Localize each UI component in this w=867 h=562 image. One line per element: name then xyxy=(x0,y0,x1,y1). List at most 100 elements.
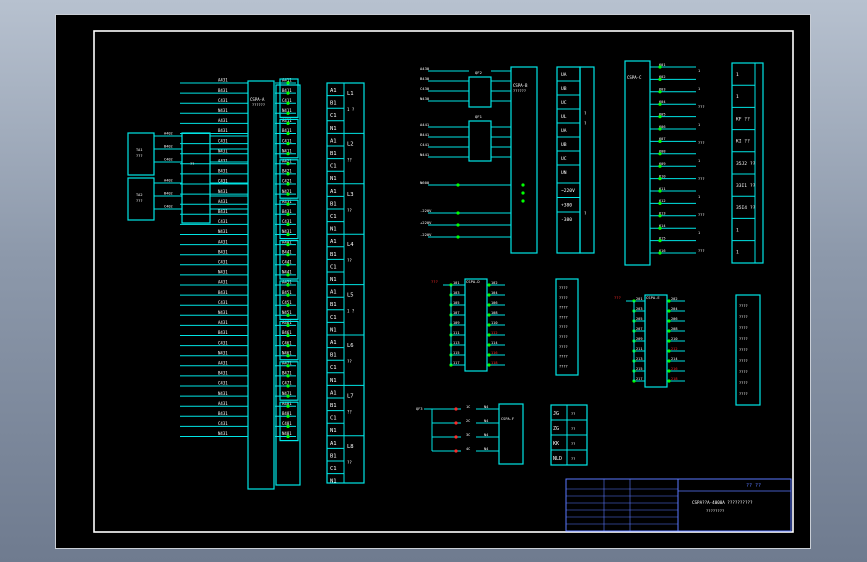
relay-terminal: 4C xyxy=(466,447,470,451)
cad-viewport[interactable]: A431 A411 B431 B411 C431 C411 N431 N411 A431 A411… xyxy=(55,14,811,549)
output-tag: ??? xyxy=(698,105,705,109)
node-dot xyxy=(286,313,290,317)
node-dot xyxy=(286,394,290,398)
node-dot xyxy=(658,65,662,69)
voltage-terminal: A430 xyxy=(420,66,430,71)
terminal-label: A431 xyxy=(218,78,228,83)
node-dot xyxy=(456,183,460,187)
ct-terminal: C402 xyxy=(164,158,173,162)
terminal-cell: C1 xyxy=(330,416,337,422)
di-terminal: 205 xyxy=(636,317,643,321)
relay-out: N4 xyxy=(484,433,488,437)
node-dot xyxy=(667,369,671,373)
node-dot xyxy=(286,333,290,338)
terminal-note: ?? xyxy=(571,457,575,461)
voltage-terminal: N430 xyxy=(420,96,430,101)
di-terminal: 213 xyxy=(636,357,643,361)
terminal-cell: ???? xyxy=(559,325,568,329)
terminal-cell: A1 xyxy=(330,88,337,94)
node-dot xyxy=(667,349,671,353)
node-dot xyxy=(286,374,290,378)
ct-mid-label: ?? xyxy=(190,162,194,166)
terminal-cell: JG xyxy=(553,411,559,417)
voltage-terminal: N600 xyxy=(420,180,430,185)
di-terminal: 101 xyxy=(453,281,460,285)
do-terminal: 214 xyxy=(671,357,678,361)
module-sublabel: ?????? xyxy=(252,103,265,107)
phase-note: 1 ? xyxy=(347,107,355,112)
output-tag: 1 xyxy=(698,69,700,73)
terminal-label: N431 xyxy=(218,350,228,355)
node-dot xyxy=(658,251,662,255)
relay-terminal: 2C xyxy=(466,419,470,423)
terminal-label: B431 xyxy=(218,371,228,376)
node-dot xyxy=(658,239,662,243)
node-dot xyxy=(286,192,290,196)
di-terminal: 109 xyxy=(453,321,460,325)
terminal-cell: A1 xyxy=(330,239,337,245)
terminal-cell: ???? xyxy=(559,306,568,310)
terminal-cell: N1 xyxy=(330,378,337,384)
terminal-cell: KF ?? xyxy=(736,116,750,122)
terminal-cell: ???? xyxy=(739,381,748,385)
node-dot xyxy=(286,243,290,247)
relay-out: N4 xyxy=(484,419,488,423)
terminal-cell: ???? xyxy=(739,348,748,352)
ct-terminal: B402 xyxy=(164,192,173,196)
do-terminal: 204 xyxy=(671,307,678,311)
node-dot xyxy=(286,232,290,237)
node-dot xyxy=(286,172,290,176)
node-dot xyxy=(286,121,290,125)
di-terminal: 217 xyxy=(636,377,643,381)
module-label: CSPA-A xyxy=(250,97,265,102)
di-terminal: 105 xyxy=(453,301,460,305)
terminal-cell: B1 xyxy=(330,453,337,459)
do-terminal: 112 xyxy=(491,331,498,335)
terminal-cell: B1 xyxy=(330,302,337,308)
terminal-cell: N1 xyxy=(330,277,337,283)
cell-mark: ? xyxy=(584,111,587,116)
voltage-terminal: N441 xyxy=(420,152,430,157)
node-dot xyxy=(658,127,662,131)
terminal-label: N431 xyxy=(218,391,228,396)
terminal-label: A431 xyxy=(218,118,228,123)
node-dot xyxy=(286,101,290,105)
node-dot xyxy=(286,424,290,428)
terminal-cell: A1 xyxy=(330,290,337,296)
terminal-cell: N1 xyxy=(330,479,337,485)
power-terminal: +220V xyxy=(420,220,432,225)
di-terminal: 117 xyxy=(453,361,460,365)
relay-node xyxy=(454,407,458,411)
terminal-label: C431 xyxy=(218,219,228,224)
node-dot xyxy=(286,162,290,166)
node-dot xyxy=(487,353,491,357)
node-dot xyxy=(286,253,290,257)
voltage-cell: +380 xyxy=(561,203,572,209)
di-terminal: 103 xyxy=(453,291,460,295)
node-dot xyxy=(286,293,290,297)
di-terminal: 207 xyxy=(636,327,643,331)
terminal-label: A431 xyxy=(218,159,228,164)
node-dot xyxy=(286,152,290,156)
terminal-cell: N1 xyxy=(330,327,337,333)
di-terminal: 201 xyxy=(636,297,643,301)
terminal-cell: B1 xyxy=(330,101,337,107)
terminal-note: ?? xyxy=(571,412,575,416)
do-terminal: 108 xyxy=(491,311,498,315)
power-terminal: -220V xyxy=(420,208,432,213)
node-dot xyxy=(658,139,662,143)
terminal-cell: ???? xyxy=(559,345,568,349)
module-box-a xyxy=(247,80,275,490)
do-terminal: 212 xyxy=(671,347,678,351)
node-dot xyxy=(286,273,290,277)
terminal-cell: ???? xyxy=(739,359,748,363)
node-dot xyxy=(286,182,290,186)
do-terminal: 208 xyxy=(671,327,678,331)
terminal-cell: C1 xyxy=(330,113,337,119)
node-dot xyxy=(667,329,671,333)
voltage-cell: -380 xyxy=(561,217,572,223)
di-terminal: 113 xyxy=(453,341,460,345)
do-terminal: 216 xyxy=(671,367,678,371)
terminal-cell: ???? xyxy=(559,364,568,368)
do-terminal: 202 xyxy=(671,297,678,301)
